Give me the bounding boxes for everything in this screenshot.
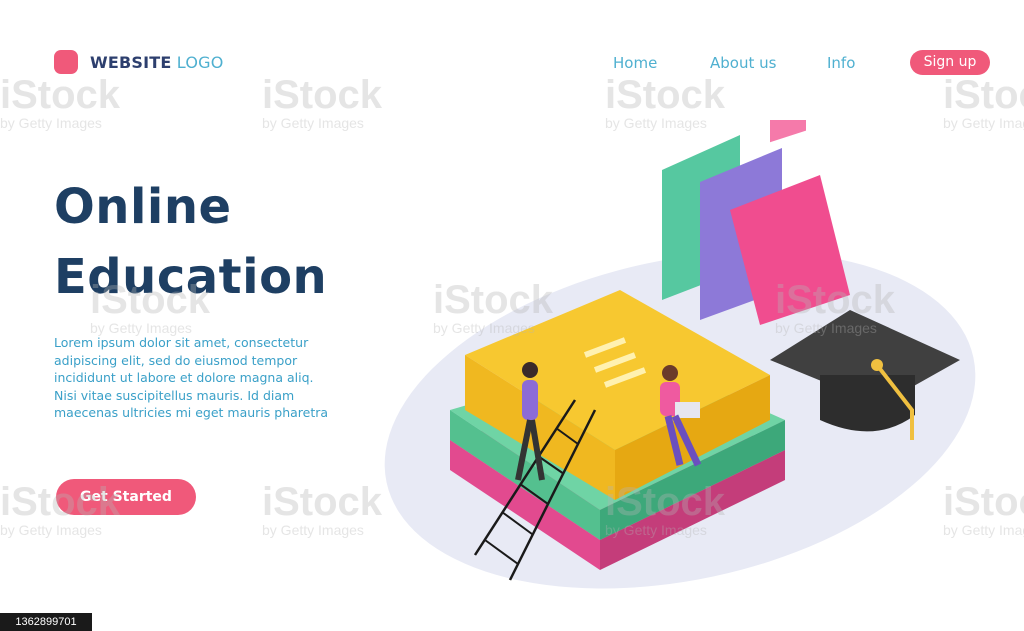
- watermark-istock: iStock by Getty Images: [262, 482, 382, 538]
- nav-info-link[interactable]: Info: [827, 54, 855, 72]
- hero-title: Online Education: [54, 172, 327, 312]
- hero-title-line-1: Online: [54, 179, 232, 235]
- nav-about-link[interactable]: About us: [710, 54, 776, 72]
- hero-description-line: Nisi vitae suscipitellus mauris. Id diam: [54, 387, 295, 403]
- watermark-credit: by Getty Images: [0, 522, 102, 538]
- hero-description-line: Lorem ipsum dolor sit amet, consectetur: [54, 335, 309, 350]
- site-logo[interactable]: WEBSITE LOGO: [54, 50, 224, 74]
- logo-mark-icon: [54, 50, 78, 74]
- nav-home-wrap: Home: [613, 54, 657, 72]
- hero-description-line: adipiscing elit, sed do eiusmod tempor: [54, 352, 298, 368]
- get-started-button[interactable]: Get Started: [56, 479, 196, 515]
- nav-about-wrap: About us: [710, 54, 776, 72]
- watermark-credit: by Getty Images: [262, 522, 364, 538]
- logo-text: WEBSITE LOGO: [90, 53, 224, 72]
- image-id-label: 1362899701: [0, 613, 92, 631]
- hero-title-line-2: Education: [54, 249, 328, 305]
- signup-button[interactable]: Sign up: [910, 50, 990, 75]
- logo-text-strong: WEBSITE: [90, 52, 172, 72]
- hero-description-line: maecenas ultricies mi eget mauris pharet…: [54, 405, 329, 420]
- hero-description-line: incididunt ut labore et dolore magna ali…: [54, 370, 314, 385]
- site-header: WEBSITE LOGO Home About us Info Sign up: [0, 0, 1024, 120]
- logo-text-light: LOGO: [176, 52, 224, 72]
- nav-home-link[interactable]: Home: [613, 54, 657, 72]
- nav-info-wrap: Info: [827, 54, 855, 72]
- watermark-brand: iStock: [262, 480, 383, 524]
- education-illustration: [384, 120, 976, 589]
- hero-description: Lorem ipsum dolor sit amet, consectetur …: [54, 334, 354, 422]
